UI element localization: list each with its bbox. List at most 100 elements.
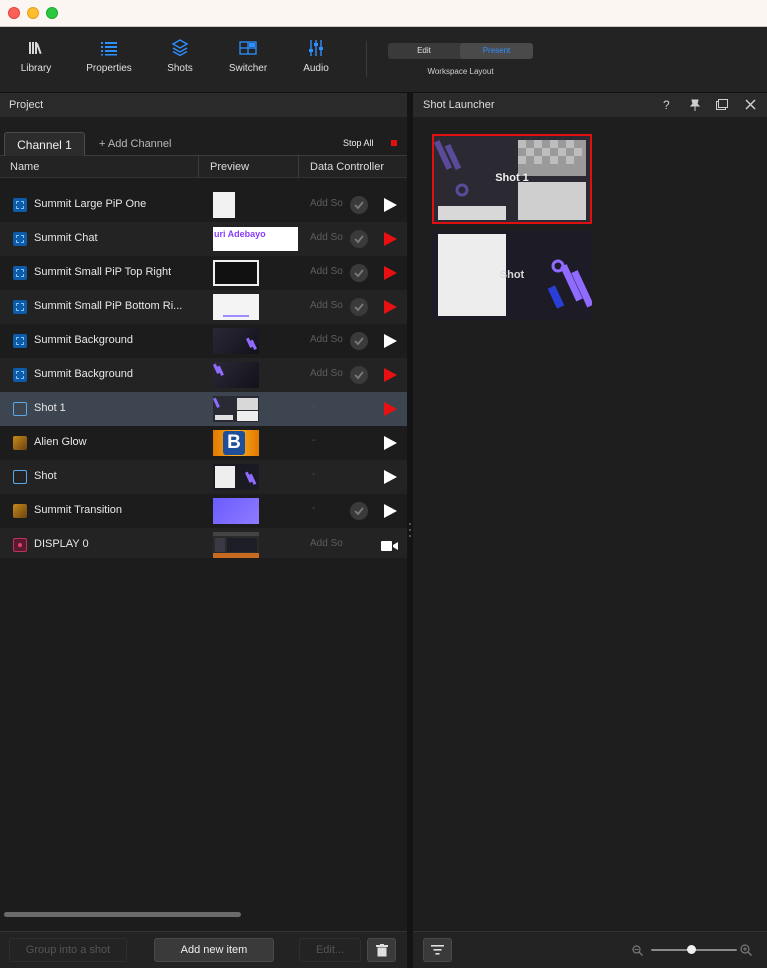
stop-all-button[interactable]: Stop All: [343, 138, 374, 148]
data-controller-empty: -: [312, 469, 316, 480]
table-row[interactable]: Summit Background Add So: [0, 358, 407, 392]
table-row[interactable]: Summit Small PiP Bottom Ri... Add So: [0, 290, 407, 324]
display-icon: [13, 538, 27, 552]
add-new-item-button[interactable]: Add new item: [154, 938, 274, 962]
table-row[interactable]: Summit Background Add So: [0, 324, 407, 358]
preview-thumbnail: [213, 294, 259, 320]
data-controller-field[interactable]: Add So: [310, 368, 343, 379]
table-row[interactable]: Summit Small PiP Top Right Add So: [0, 256, 407, 290]
stop-all-icon[interactable]: [391, 140, 397, 146]
zoom-slider-thumb[interactable]: [687, 945, 696, 954]
table-row[interactable]: Shot -: [0, 460, 407, 494]
checkmark-icon[interactable]: [350, 332, 368, 350]
column-header-data-controller[interactable]: Data Controller: [310, 161, 384, 173]
popout-window-icon[interactable]: [716, 99, 728, 110]
workspace-edit-segment[interactable]: Edit: [388, 43, 460, 59]
switcher-label: Switcher: [228, 63, 268, 74]
table-row[interactable]: Summit Transition -: [0, 494, 407, 528]
preview-thumbnail: [213, 396, 259, 422]
group-into-shot-button[interactable]: Group into a shot: [9, 938, 127, 962]
filter-icon: [431, 945, 444, 955]
workspace-present-segment[interactable]: Present: [460, 43, 533, 59]
table-row[interactable]: Summit Chat uri Adebayo Add So: [0, 222, 407, 256]
trash-icon: [375, 944, 388, 957]
horizontal-scrollbar[interactable]: [4, 912, 241, 917]
title-icon: [13, 368, 27, 382]
play-icon[interactable]: [382, 435, 398, 451]
data-controller-empty: -: [312, 401, 316, 412]
item-name: Summit Background: [34, 334, 134, 346]
data-controller-empty: -: [312, 503, 316, 514]
play-icon[interactable]: [382, 333, 398, 349]
checkmark-icon[interactable]: [350, 298, 368, 316]
column-header-preview[interactable]: Preview: [210, 161, 249, 173]
play-icon[interactable]: [382, 401, 398, 417]
column-header-name[interactable]: Name: [10, 161, 39, 173]
pin-icon[interactable]: [690, 99, 700, 111]
table-row[interactable]: Summit Large PiP One Add So: [0, 188, 407, 222]
data-controller-field[interactable]: Add So: [310, 334, 343, 345]
zoom-out-icon[interactable]: [632, 945, 643, 956]
camera-icon[interactable]: [381, 540, 399, 552]
shot-launcher-title: Shot Launcher: [423, 99, 495, 111]
media-icon: [13, 436, 27, 450]
help-icon[interactable]: ?: [663, 98, 670, 112]
table-row[interactable]: Alien Glow B -: [0, 426, 407, 460]
shot-icon: [13, 402, 27, 416]
zoom-in-icon[interactable]: [740, 944, 752, 956]
data-controller-field[interactable]: Add So: [310, 300, 343, 311]
switcher-button[interactable]: Switcher: [218, 39, 278, 74]
project-panel-title: Project: [0, 93, 407, 117]
shots-button[interactable]: Shots: [150, 39, 210, 74]
data-controller-field[interactable]: Add So: [310, 538, 343, 549]
audio-label: Audio: [303, 63, 329, 74]
minimize-window-button[interactable]: [27, 7, 39, 19]
list-empty-area: [0, 558, 407, 878]
title-icon: [13, 232, 27, 246]
shot-card-label: Shot 1: [495, 172, 529, 184]
data-controller-field[interactable]: Add So: [310, 232, 343, 243]
properties-button[interactable]: Properties: [79, 39, 139, 74]
play-icon[interactable]: [382, 299, 398, 315]
play-icon[interactable]: [382, 265, 398, 281]
properties-icon: [101, 42, 117, 56]
close-window-button[interactable]: [8, 7, 20, 19]
play-icon[interactable]: [382, 197, 398, 213]
item-name: Summit Chat: [34, 232, 98, 244]
shot-card-live[interactable]: Shot 1: [432, 134, 592, 224]
close-icon[interactable]: [745, 99, 756, 110]
table-row[interactable]: DISPLAY 0 Add So: [0, 528, 407, 562]
table-row[interactable]: Shot 1 -: [0, 392, 407, 426]
item-name: Summit Transition: [34, 504, 123, 516]
data-controller-field[interactable]: Add So: [310, 198, 343, 209]
shot-card[interactable]: Shot: [432, 230, 592, 320]
tab-channel-1[interactable]: Channel 1: [4, 132, 85, 156]
item-name: Summit Large PiP One: [34, 198, 147, 210]
play-icon[interactable]: [382, 503, 398, 519]
play-icon[interactable]: [382, 367, 398, 383]
filter-button[interactable]: [423, 938, 452, 962]
shot-launcher-panel: Shot Launcher ? Shot 1 Shot: [413, 93, 767, 968]
play-icon[interactable]: [382, 469, 398, 485]
checkmark-icon[interactable]: [350, 366, 368, 384]
item-name: Summit Small PiP Top Right: [34, 266, 172, 278]
shots-label: Shots: [167, 63, 193, 74]
checkmark-icon[interactable]: [350, 230, 368, 248]
data-controller-empty: -: [312, 435, 316, 446]
item-name: DISPLAY 0: [34, 538, 89, 550]
checkmark-icon[interactable]: [350, 264, 368, 282]
item-name: Shot 1: [34, 402, 66, 414]
shot-icon: [13, 470, 27, 484]
data-controller-field[interactable]: Add So: [310, 266, 343, 277]
edit-item-button[interactable]: Edit...: [299, 938, 361, 962]
delete-button[interactable]: [367, 938, 396, 962]
play-icon[interactable]: [382, 231, 398, 247]
checkmark-icon[interactable]: [350, 502, 368, 520]
add-channel-button[interactable]: + Add Channel: [99, 138, 171, 150]
title-icon: [13, 266, 27, 280]
audio-button[interactable]: Audio: [286, 39, 346, 74]
library-button[interactable]: Library: [6, 39, 66, 74]
media-icon: [13, 504, 27, 518]
checkmark-icon[interactable]: [350, 196, 368, 214]
zoom-window-button[interactable]: [46, 7, 58, 19]
